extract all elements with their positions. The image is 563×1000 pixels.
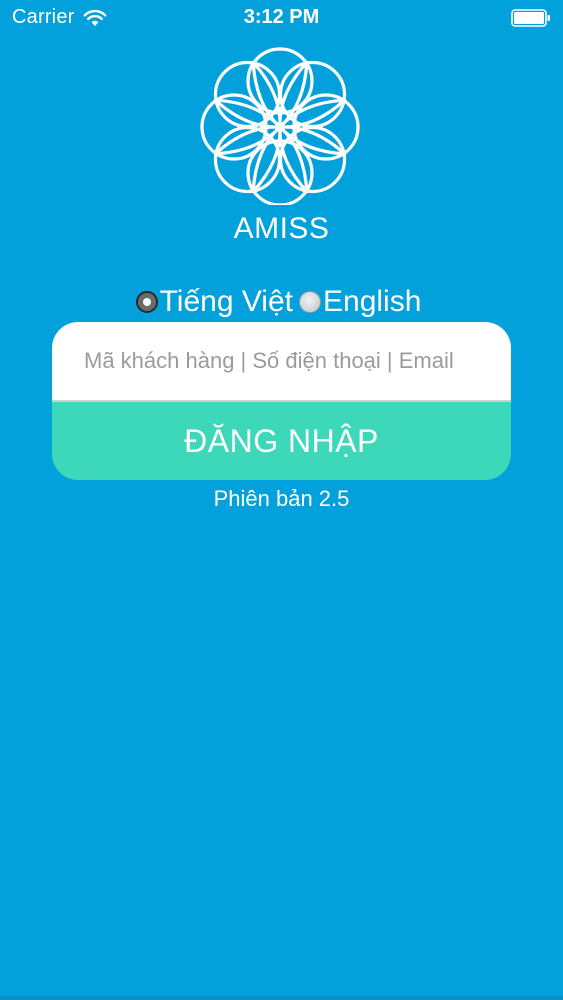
flower-logo-icon [200, 47, 360, 205]
status-bar: Carrier 3:12 PM [0, 0, 563, 38]
status-time: 3:12 PM [243, 6, 320, 28]
battery-icon [511, 9, 550, 27]
radio-unselected-icon[interactable] [299, 291, 321, 313]
language-selector: Tiếng Việt English [0, 282, 563, 322]
language-option-vietnamese[interactable]: Tiếng Việt [135, 285, 293, 319]
version-label: Phiên bản 2.5 [213, 486, 350, 511]
login-button[interactable]: ĐĂNG NHẬP [52, 402, 511, 480]
customer-id-input[interactable] [82, 347, 481, 375]
login-card: ĐĂNG NHẬP [52, 322, 511, 480]
app-name: AMISS [233, 212, 330, 245]
language-label-vietnamese: Tiếng Việt [159, 285, 293, 318]
language-label-english: English [323, 285, 422, 318]
logo-petal-circle [200, 93, 268, 161]
language-option-english[interactable]: English [299, 285, 421, 319]
login-input-wrapper [52, 322, 511, 402]
bottom-divider [0, 996, 563, 1000]
radio-selected-icon[interactable] [135, 291, 158, 313]
